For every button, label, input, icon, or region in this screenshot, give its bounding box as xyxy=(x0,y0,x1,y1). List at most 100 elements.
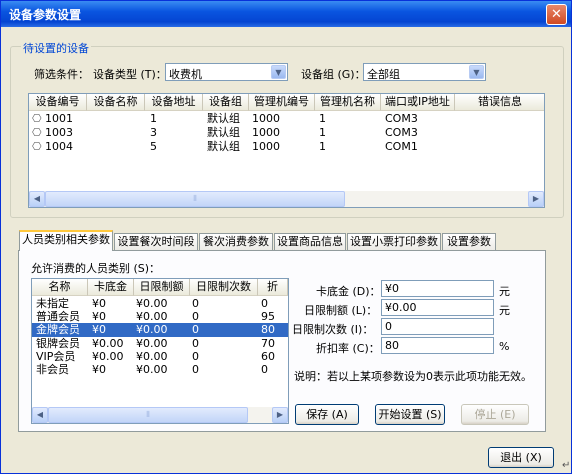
cell: 1004 xyxy=(45,140,73,153)
column-header-name[interactable]: 名称 xyxy=(32,279,88,296)
device-icon: ⎔ xyxy=(32,112,42,125)
save-button[interactable]: 保存 (A) xyxy=(295,404,359,425)
scroll-left-icon[interactable]: ◀ xyxy=(32,407,48,423)
column-header-discount[interactable]: 折 xyxy=(258,279,288,296)
table-row-selected[interactable]: 金牌会员 ¥0 ¥0.00 0 80 xyxy=(32,323,288,337)
cell: 1003 xyxy=(45,126,73,139)
column-header-port-ip[interactable]: 端口或IP地址 xyxy=(381,94,455,111)
stop-button[interactable]: 停止 (E) xyxy=(461,404,529,425)
chevron-down-icon[interactable]: ▼ xyxy=(271,65,286,79)
cell: ¥0.00 xyxy=(92,337,124,350)
device-type-label: 设备类型 (T)： xyxy=(93,68,167,81)
cell: 0 xyxy=(261,363,268,376)
tab-settings-params[interactable]: 设置参数 xyxy=(442,233,496,250)
cell: 1000 xyxy=(252,140,280,153)
title-bar[interactable]: 设备参数设置 ✕ xyxy=(1,1,571,27)
person-category-list[interactable]: 名称 卡底金 日限制额 日限制次数 折 未指定 ¥0 ¥0.00 0 0 普通会… xyxy=(31,278,289,424)
column-header-daily-count[interactable]: 日限制次数 xyxy=(190,279,258,296)
cell: 70 xyxy=(261,337,275,350)
column-header-manager-name[interactable]: 管理机名称 xyxy=(315,94,381,111)
tab-product-info[interactable]: 设置商品信息 xyxy=(274,233,346,250)
cell: 非会员 xyxy=(36,363,69,376)
cell: ¥0.00 xyxy=(92,350,124,363)
cell: 0 xyxy=(192,350,199,363)
column-header-error-info[interactable]: 错误信息 xyxy=(455,94,544,111)
scroll-right-icon[interactable]: ▶ xyxy=(528,191,544,207)
device-group-value: 全部组 xyxy=(367,68,400,81)
cell: ¥0.00 xyxy=(136,337,168,350)
cell: ¥0 xyxy=(92,310,106,323)
discount-unit: % xyxy=(499,340,510,353)
cell: 银牌会员 xyxy=(36,337,80,350)
cell: 80 xyxy=(261,323,275,336)
table-row[interactable]: 普通会员 ¥0 ¥0.00 0 95 xyxy=(32,310,288,323)
cell: ¥0.00 xyxy=(136,323,168,336)
device-icon: ⎔ xyxy=(32,140,42,153)
cell: ¥0.00 xyxy=(136,310,168,323)
category-list-hscrollbar[interactable]: ◀ ⦀ ▶ xyxy=(32,407,288,423)
tab-meal-consumption-params[interactable]: 餐次消费参数 xyxy=(199,233,273,250)
cell: 0 xyxy=(192,310,199,323)
cell: ¥0 xyxy=(92,297,106,310)
table-row[interactable]: 非会员 ¥0 ¥0.00 0 0 xyxy=(32,363,288,376)
device-list[interactable]: 设备编号 设备名称 设备地址 设备组 管理机编号 管理机名称 端口或IP地址 错… xyxy=(28,93,545,208)
column-header-device-id[interactable]: 设备编号 xyxy=(29,94,87,111)
close-button[interactable]: ✕ xyxy=(546,4,567,25)
exit-button[interactable]: 退出 (X) xyxy=(488,447,554,468)
tab-meal-time-periods[interactable]: 设置餐次时间段 xyxy=(114,233,198,250)
column-header-card-base[interactable]: 卡底金 xyxy=(88,279,134,296)
cell: 普通会员 xyxy=(36,310,80,323)
daily-count-label: 日限制次数 (I)： xyxy=(292,323,374,336)
tab-receipt-print-params[interactable]: 设置小票打印参数 xyxy=(347,233,441,250)
cell: 默认组 xyxy=(207,126,240,139)
tab-person-category-params[interactable]: 人员类别相关参数 xyxy=(19,230,113,251)
table-row[interactable]: ⎔ 1003 3 默认组 1000 1 COM3 xyxy=(29,126,544,140)
cell: ¥0.00 xyxy=(136,363,168,376)
scroll-thumb[interactable]: ⦀ xyxy=(48,407,248,423)
cell: 0 xyxy=(192,363,199,376)
cell: 金牌会员 xyxy=(36,323,80,336)
table-row[interactable]: 未指定 ¥0 ¥0.00 0 0 xyxy=(32,297,288,310)
column-header-device-address[interactable]: 设备地址 xyxy=(145,94,203,111)
cell: COM1 xyxy=(385,140,418,153)
scroll-thumb[interactable]: ⦀ xyxy=(45,191,345,207)
table-row[interactable]: 银牌会员 ¥0.00 ¥0.00 0 70 xyxy=(32,337,288,350)
scroll-left-icon[interactable]: ◀ xyxy=(29,191,45,207)
daily-limit-unit: 元 xyxy=(499,304,510,317)
column-header-device-group[interactable]: 设备组 xyxy=(203,94,249,111)
device-group-select[interactable]: 全部组 ▼ xyxy=(363,63,486,81)
cell: 1 xyxy=(319,112,326,125)
cell: COM3 xyxy=(385,112,418,125)
note-text: 说明：若以上某项参数设为0表示此项功能无效。 xyxy=(294,370,532,383)
column-header-device-name[interactable]: 设备名称 xyxy=(87,94,145,111)
cell: 0 xyxy=(192,323,199,336)
column-header-manager-id[interactable]: 管理机编号 xyxy=(249,94,315,111)
device-icon: ⎔ xyxy=(32,126,42,139)
chevron-down-icon[interactable]: ▼ xyxy=(469,65,484,79)
table-row[interactable]: ⎔ 1001 1 默认组 1000 1 COM3 xyxy=(29,112,544,126)
discount-input[interactable]: 80 xyxy=(381,337,494,354)
cell: 1 xyxy=(319,126,326,139)
card-base-unit: 元 xyxy=(499,285,510,298)
daily-limit-label: 日限制额 (L)： xyxy=(304,304,378,317)
table-row[interactable]: ⎔ 1004 5 默认组 1000 1 COM1 xyxy=(29,140,544,154)
column-header-daily-limit[interactable]: 日限制额 xyxy=(134,279,190,296)
scroll-right-icon[interactable]: ▶ xyxy=(272,407,288,423)
daily-limit-input[interactable]: ¥0.00 xyxy=(381,299,494,316)
start-settings-button[interactable]: 开始设置 (S) xyxy=(375,404,445,425)
device-type-value: 收费机 xyxy=(169,68,202,81)
cell: VIP会员 xyxy=(36,350,76,363)
cell: 0 xyxy=(192,337,199,350)
cell: 95 xyxy=(261,310,275,323)
person-category-list-label: 允许消费的人员类别 (S)： xyxy=(31,262,161,275)
device-type-select[interactable]: 收费机 ▼ xyxy=(165,63,288,81)
cell: 5 xyxy=(150,140,157,153)
device-list-hscrollbar[interactable]: ◀ ⦀ ▶ xyxy=(29,191,544,207)
cell: 0 xyxy=(261,297,268,310)
card-base-input[interactable]: ¥0 xyxy=(381,280,494,297)
table-row[interactable]: VIP会员 ¥0.00 ¥0.00 0 60 xyxy=(32,350,288,363)
card-base-label: 卡底金 (D)： xyxy=(316,285,381,298)
daily-count-input[interactable]: 0 xyxy=(381,318,494,335)
devices-group-legend: 待设置的设备 xyxy=(21,40,91,56)
cell: ¥0.00 xyxy=(136,297,168,310)
